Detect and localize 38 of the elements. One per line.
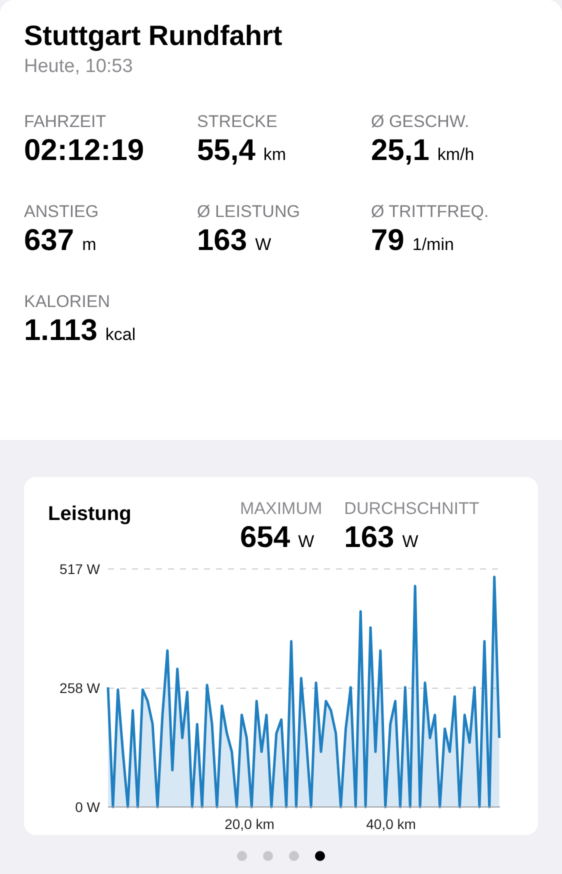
metric-label: ANSTIEG [24, 202, 99, 222]
metric-value: 1.113 [24, 314, 98, 348]
page-dot[interactable] [315, 851, 325, 861]
metric-value: 163 [197, 224, 248, 258]
metric-unit: km/h [437, 145, 474, 165]
metric-label: Ø LEISTUNG [197, 202, 300, 222]
metric-value: 55,4 [197, 134, 256, 168]
axis-label: 517 W [60, 561, 100, 577]
metric-value: 79 [371, 224, 404, 258]
card-title: Leistung [48, 503, 132, 527]
metric-unit: km [263, 145, 286, 165]
axis-label: 0 W [75, 799, 100, 815]
stat-unit: W [402, 532, 418, 552]
axis-label: 20,0 km [224, 816, 274, 832]
page-dot[interactable] [237, 851, 247, 861]
ride-title: Stuttgart Rundfahrt [24, 20, 284, 52]
metric-value: 25,1 [371, 134, 430, 168]
metric-label: Ø TRITTFREQ. [371, 202, 489, 222]
metric-label: KALORIEN [24, 292, 110, 312]
stat-value: 163 [344, 521, 394, 555]
axis-label: 258 W [60, 680, 100, 696]
metric-unit: W [255, 235, 272, 255]
metric-unit: 1/min [412, 235, 454, 255]
stat-value: 654 [240, 521, 290, 555]
metric-label: FAHRZEIT [24, 112, 106, 132]
axis-label: 40,0 km [366, 816, 416, 832]
stat-label: DURCHSCHNITT [344, 499, 480, 519]
ride-time: Heute, 10:53 [24, 56, 134, 78]
metric-label: STRECKE [197, 112, 278, 132]
metric-unit: m [82, 235, 96, 255]
stat-label: MAXIMUM [240, 499, 322, 519]
page-dot[interactable] [289, 851, 299, 861]
metric-value: 637 [24, 224, 74, 258]
metric-value: 02:12:19 [24, 134, 144, 168]
metric-unit: kcal [105, 325, 136, 345]
page-dot[interactable] [263, 851, 273, 861]
stat-unit: W [298, 532, 314, 552]
metric-label: Ø GESCHW. [371, 112, 470, 132]
